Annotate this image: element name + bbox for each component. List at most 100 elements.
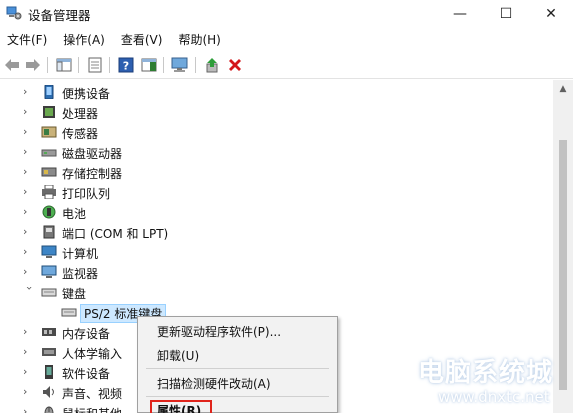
- details-pane-icon[interactable]: [140, 56, 158, 74]
- chevron-right-icon[interactable]: ›: [23, 166, 35, 178]
- back-arrow-icon[interactable]: [3, 56, 21, 74]
- portable-device-icon: [44, 85, 54, 99]
- chevron-down-icon[interactable]: ›: [23, 286, 36, 298]
- tree-node-processors[interactable]: › 处理器: [0, 102, 553, 122]
- memory-device-icon: [42, 328, 56, 336]
- chevron-right-icon[interactable]: ›: [23, 86, 35, 98]
- context-menu: 更新驱动程序软件(P)... 卸载(U) 扫描检测硬件改动(A) 属性(R): [137, 316, 338, 413]
- watermark-url: www.dnxtc.net: [438, 388, 550, 406]
- properties-sheet-icon[interactable]: [86, 56, 104, 74]
- tree-node-label: 键盘: [62, 287, 87, 301]
- window-title: 设备管理器: [28, 8, 91, 23]
- toolbar-separator: [109, 57, 110, 73]
- tree-node-label: 处理器: [62, 107, 99, 121]
- menu-separator: [146, 396, 329, 397]
- hid-icon: [42, 348, 56, 356]
- tree-node-label: 鼠标和其他: [62, 405, 122, 413]
- tree-node-label: 计算机: [62, 247, 99, 261]
- uninstall-x-icon[interactable]: [226, 56, 244, 74]
- chevron-right-icon[interactable]: ›: [23, 106, 35, 118]
- sensor-icon: [41, 126, 57, 138]
- chevron-right-icon[interactable]: ›: [23, 406, 35, 413]
- storage-controller-icon: [41, 167, 57, 177]
- tree-node-label: 人体学输入: [62, 347, 123, 361]
- chevron-right-icon[interactable]: ›: [23, 266, 35, 278]
- printer-icon: [42, 185, 56, 199]
- tree-node-storage-controllers[interactable]: › 存储控制器: [0, 162, 553, 182]
- menu-help[interactable]: 帮助(H): [178, 31, 220, 48]
- tree-node-label: 声音、视频: [62, 387, 123, 401]
- menu-item-uninstall[interactable]: 卸载(U): [138, 343, 337, 367]
- tree-node-print-queues[interactable]: › 打印队列: [0, 182, 553, 202]
- tree-node-batteries[interactable]: › 电池: [0, 202, 553, 222]
- toolbar: ?: [0, 51, 573, 79]
- show-hide-tree-icon[interactable]: [55, 56, 73, 74]
- svg-text:?: ?: [123, 60, 129, 73]
- menu-item-label: 更新驱动程序软件(P)...: [157, 325, 282, 339]
- scan-hardware-icon[interactable]: [171, 56, 189, 74]
- menu-item-properties[interactable]: 属性(R): [138, 398, 337, 413]
- tree-node-computer[interactable]: › 计算机: [0, 242, 553, 262]
- chevron-right-icon[interactable]: ›: [23, 206, 35, 218]
- forward-arrow-icon[interactable]: [24, 56, 42, 74]
- software-device-icon: [45, 365, 53, 379]
- chevron-right-icon[interactable]: ›: [23, 346, 35, 358]
- tree-node-label: 监视器: [62, 267, 99, 281]
- tree-node-ports[interactable]: › 端口 (COM 和 LPT): [0, 222, 553, 242]
- toolbar-separator: [47, 57, 48, 73]
- tree-node-label: 软件设备: [62, 367, 111, 381]
- tree-node-monitors[interactable]: › 监视器: [0, 262, 553, 282]
- chevron-right-icon[interactable]: ›: [23, 126, 35, 138]
- tree-node-disk-drives[interactable]: › 磁盘驱动器: [0, 142, 553, 162]
- chevron-right-icon[interactable]: ›: [23, 146, 35, 158]
- disk-drive-icon: [41, 149, 57, 157]
- battery-icon: [42, 205, 56, 219]
- tree-node-label: 便携设备: [62, 87, 111, 101]
- device-manager-app-icon: [6, 6, 22, 20]
- tree-node-label: 磁盘驱动器: [62, 147, 123, 161]
- keyboard-icon: [61, 308, 77, 317]
- menu-action[interactable]: 操作(A): [63, 31, 105, 48]
- menu-item-label: 扫描检测硬件改动(A): [157, 377, 271, 391]
- minimize-button[interactable]: —: [437, 0, 483, 28]
- toolbar-separator: [78, 57, 79, 73]
- chevron-right-icon[interactable]: ›: [23, 226, 35, 238]
- tree-node-label: 传感器: [62, 127, 99, 141]
- menu-item-update-driver[interactable]: 更新驱动程序软件(P)...: [138, 319, 337, 343]
- menu-item-label: 卸载(U): [157, 349, 200, 363]
- tree-node-portable-devices[interactable]: › 便携设备: [0, 82, 553, 102]
- chevron-right-icon[interactable]: ›: [23, 186, 35, 198]
- chevron-right-icon[interactable]: ›: [23, 246, 35, 258]
- chevron-right-icon[interactable]: ›: [23, 326, 35, 338]
- tree-node-label: 存储控制器: [62, 167, 123, 181]
- tree-node-sensors[interactable]: › 传感器: [0, 122, 553, 142]
- processor-icon: [43, 106, 55, 118]
- menu-view[interactable]: 查看(V): [121, 31, 163, 48]
- menu-file[interactable]: 文件(F): [7, 31, 47, 48]
- sound-icon: [43, 386, 54, 398]
- computer-icon: [41, 245, 57, 258]
- tree-node-label: 端口 (COM 和 LPT): [62, 227, 169, 241]
- toolbar-separator: [195, 57, 196, 73]
- monitor-icon: [41, 265, 57, 278]
- help-icon[interactable]: ?: [117, 56, 135, 74]
- watermark-title: 电脑系统城: [418, 358, 554, 388]
- scroll-up-arrow-icon[interactable]: ▲: [553, 80, 573, 97]
- menu-separator: [146, 368, 329, 369]
- mouse-icon: [44, 406, 54, 413]
- update-driver-icon[interactable]: [203, 56, 221, 74]
- menu-item-label: 属性(R): [157, 404, 202, 413]
- chevron-right-icon[interactable]: ›: [23, 366, 35, 378]
- menu-bar: 文件(F) 操作(A) 查看(V) 帮助(H): [0, 28, 573, 50]
- maximize-button[interactable]: ☐: [483, 0, 529, 28]
- toolbar-separator: [163, 57, 164, 73]
- tree-node-label: 打印队列: [62, 187, 111, 201]
- tree-node-keyboards[interactable]: › 键盘: [0, 282, 553, 302]
- chevron-right-icon[interactable]: ›: [23, 386, 35, 398]
- watermark-logo: 电脑系统城 www.dnxtc.net: [418, 352, 573, 413]
- port-icon: [43, 225, 55, 239]
- keyboard-icon: [41, 288, 57, 297]
- close-button[interactable]: ✕: [528, 0, 573, 28]
- tree-node-label: 内存设备: [62, 327, 111, 341]
- menu-item-scan-hardware[interactable]: 扫描检测硬件改动(A): [138, 371, 337, 395]
